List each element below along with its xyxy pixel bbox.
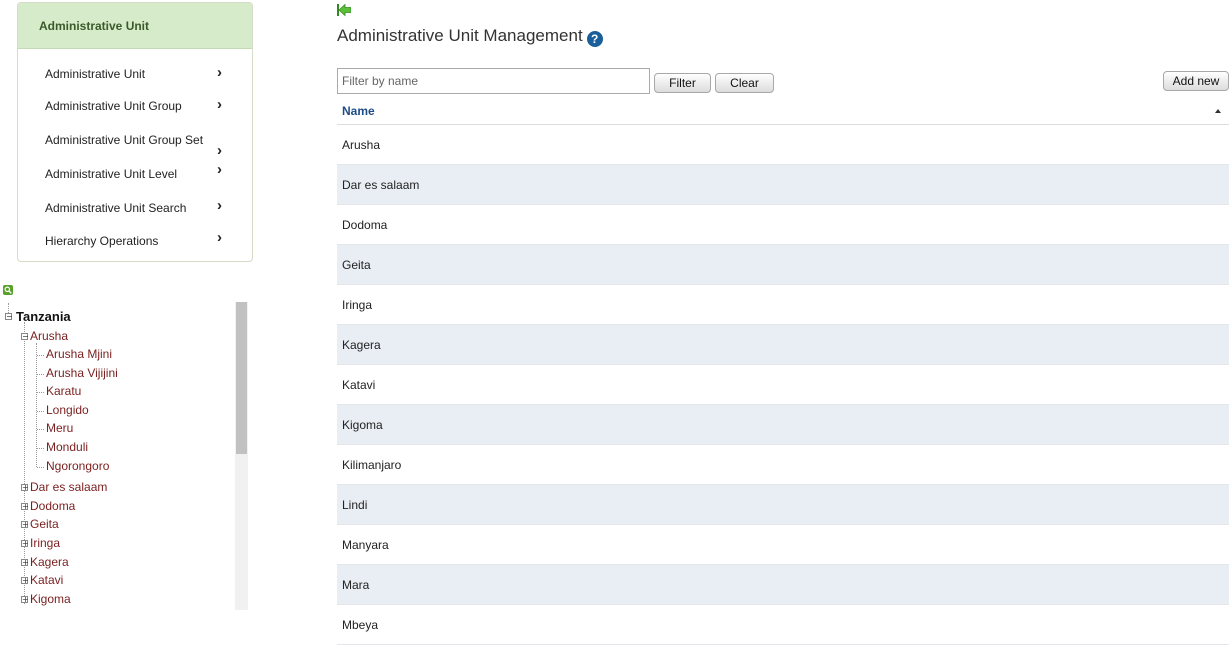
- back-arrow-icon[interactable]: [337, 3, 352, 17]
- chevron-right-icon: ›: [217, 197, 222, 214]
- row-name: Mara: [342, 578, 370, 592]
- tree-scrollbar-thumb[interactable]: [236, 302, 247, 454]
- row-name: Kigoma: [342, 418, 383, 432]
- tree-item[interactable]: Geita: [30, 517, 59, 532]
- tree-item[interactable]: Kagera: [30, 555, 69, 570]
- row-name: Kilimanjaro: [342, 458, 402, 472]
- menu-item-label[interactable]: Administrative Unit Search: [45, 201, 235, 215]
- collapse-icon[interactable]: −: [5, 313, 13, 321]
- row-name: Kagera: [342, 338, 381, 352]
- chevron-right-icon: ›: [217, 229, 222, 246]
- expand-icon[interactable]: +: [21, 484, 29, 492]
- table-row[interactable]: Manyara: [337, 525, 1229, 565]
- tree-item[interactable]: Katavi: [30, 573, 63, 588]
- table-row[interactable]: Dar es salaam: [337, 165, 1229, 205]
- table-row[interactable]: Geita: [337, 245, 1229, 285]
- row-name: Manyara: [342, 538, 389, 552]
- expand-icon[interactable]: +: [21, 503, 29, 511]
- row-name: Katavi: [342, 378, 376, 392]
- tree-item[interactable]: Arusha: [30, 329, 68, 344]
- chevron-right-icon: ›: [217, 64, 222, 81]
- menu-item-label[interactable]: Administrative Unit Group: [45, 99, 235, 113]
- clear-button[interactable]: Clear: [715, 73, 774, 93]
- expand-icon[interactable]: +: [21, 577, 29, 585]
- tree-item[interactable]: Monduli: [46, 440, 88, 455]
- table-row[interactable]: Mbeya: [337, 605, 1229, 645]
- tree-item[interactable]: Ngorongoro: [46, 459, 109, 474]
- tree-item[interactable]: Meru: [46, 421, 73, 436]
- table-row[interactable]: Dodoma: [337, 205, 1229, 245]
- collapse-icon[interactable]: −: [21, 333, 29, 341]
- help-icon[interactable]: ?: [586, 31, 603, 47]
- table-header[interactable]: Name: [337, 100, 1229, 125]
- row-name: Iringa: [342, 298, 373, 312]
- table-row[interactable]: Kilimanjaro: [337, 445, 1229, 485]
- row-name: Geita: [342, 258, 371, 272]
- expand-icon[interactable]: +: [21, 596, 29, 604]
- row-name: Mbeya: [342, 618, 379, 632]
- tree-item[interactable]: Karatu: [46, 384, 81, 399]
- add-new-button[interactable]: Add new: [1163, 71, 1229, 91]
- page-title-text: Administrative Unit Management: [337, 26, 583, 45]
- tree-item[interactable]: Dar es salaam: [30, 480, 107, 495]
- page-title: Administrative Unit Management?: [337, 26, 603, 47]
- table-row[interactable]: Lindi: [337, 485, 1229, 525]
- search-icon[interactable]: [3, 285, 13, 295]
- tree-root[interactable]: Tanzania: [16, 309, 71, 325]
- tree-item[interactable]: Kigoma: [30, 592, 71, 607]
- chevron-right-icon: ›: [217, 96, 222, 113]
- side-menu: Administrative Unit Administrative Unit …: [17, 2, 253, 262]
- tree-item[interactable]: Dodoma: [30, 499, 75, 514]
- menu-item-label[interactable]: Administrative Unit: [45, 67, 235, 81]
- sort-ascending-icon[interactable]: [1215, 109, 1221, 113]
- tree-item[interactable]: Arusha Mjini: [46, 347, 112, 362]
- row-name: Dodoma: [342, 218, 388, 232]
- table-row[interactable]: Iringa: [337, 285, 1229, 325]
- table-row[interactable]: Arusha: [337, 125, 1229, 165]
- expand-icon[interactable]: +: [21, 521, 29, 529]
- tree-item[interactable]: Iringa: [30, 536, 60, 551]
- tree-item[interactable]: Longido: [46, 403, 89, 418]
- table-row[interactable]: Kigoma: [337, 405, 1229, 445]
- menu-header: Administrative Unit: [18, 3, 252, 49]
- menu-item-label[interactable]: Administrative Unit Group Set: [45, 133, 235, 147]
- table-row[interactable]: Katavi: [337, 365, 1229, 405]
- filter-input[interactable]: [337, 68, 650, 94]
- chevron-right-icon: ›: [217, 161, 222, 178]
- column-header-name[interactable]: Name: [342, 104, 375, 118]
- filter-button[interactable]: Filter: [654, 73, 711, 93]
- table-row[interactable]: Kagera: [337, 325, 1229, 365]
- menu-item-label[interactable]: Hierarchy Operations: [45, 234, 235, 248]
- row-name: Dar es salaam: [342, 178, 420, 192]
- table-row[interactable]: Mara: [337, 565, 1229, 605]
- expand-icon[interactable]: +: [21, 540, 29, 548]
- tree-item[interactable]: Arusha Vijijini: [46, 366, 118, 381]
- expand-icon[interactable]: +: [21, 559, 29, 567]
- row-name: Lindi: [342, 498, 368, 512]
- menu-item-label[interactable]: Administrative Unit Level: [45, 167, 235, 181]
- row-name: Arusha: [342, 138, 381, 152]
- chevron-right-icon: ›: [217, 142, 222, 159]
